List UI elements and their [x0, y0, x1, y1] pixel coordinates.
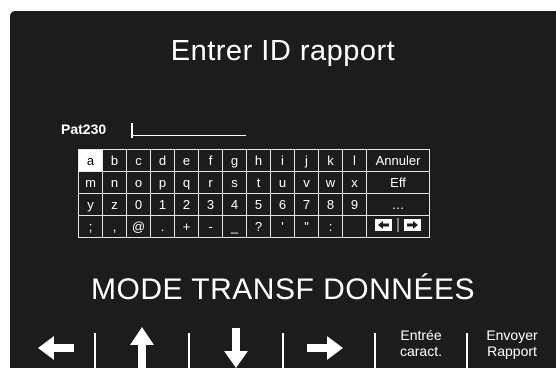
keyboard-row: a b c d e f g h i j k l Annuler	[78, 149, 430, 172]
right-arrow-icon	[307, 336, 343, 360]
key-a[interactable]: a	[78, 149, 103, 172]
key-period[interactable]: .	[150, 215, 175, 238]
enter-char-label: Entrée caract.	[399, 327, 442, 359]
keyboard-row: m n o p q r s t u v w x Eff	[78, 171, 430, 194]
key-8[interactable]: 8	[318, 193, 343, 216]
keyboard-row: y z 0 1 2 3 4 5 6 7 8 9 …	[78, 193, 430, 216]
key-l[interactable]: l	[342, 149, 367, 172]
report-id-input[interactable]: Pat230	[61, 121, 106, 137]
left-arrow-icon	[38, 336, 74, 360]
key-b[interactable]: b	[102, 149, 127, 172]
down-softkey[interactable]	[190, 325, 282, 368]
key-k[interactable]: k	[318, 149, 343, 172]
cancel-key[interactable]: Annuler	[366, 149, 430, 172]
input-underline	[132, 135, 246, 136]
key-i[interactable]: i	[270, 149, 295, 172]
cursor-move-keys[interactable]	[366, 215, 430, 238]
key-c[interactable]: c	[126, 149, 151, 172]
send-report-label: Envoyer Rapport	[486, 327, 538, 359]
key-d[interactable]: d	[150, 149, 175, 172]
up-arrow-icon	[130, 327, 154, 368]
key-n[interactable]: n	[102, 171, 127, 194]
key-7[interactable]: 7	[294, 193, 319, 216]
key-2[interactable]: 2	[174, 193, 199, 216]
mode-label: MODE TRANSF DONNÉES	[91, 273, 475, 306]
key-v[interactable]: v	[294, 171, 319, 194]
key-f[interactable]: f	[198, 149, 223, 172]
key-4[interactable]: 4	[222, 193, 247, 216]
more-symbols-key[interactable]: …	[366, 193, 430, 216]
key-m[interactable]: m	[78, 171, 103, 194]
key-quote[interactable]: "	[294, 215, 319, 238]
key-apostrophe[interactable]: '	[270, 215, 295, 238]
key-0[interactable]: 0	[126, 193, 151, 216]
send-report-softkey[interactable]: Envoyer Rapport	[468, 325, 556, 368]
device-screen: Entrer ID rapport Pat230 a b c d e f g h…	[10, 11, 556, 368]
key-z[interactable]: z	[102, 193, 127, 216]
key-x[interactable]: x	[342, 171, 367, 194]
enter-char-softkey[interactable]: Entrée caract.	[376, 325, 466, 368]
keyboard-row: ; , @ . + - _ ? ' " :	[78, 215, 430, 238]
key-comma[interactable]: ,	[102, 215, 127, 238]
key-o[interactable]: o	[126, 171, 151, 194]
key-6[interactable]: 6	[270, 193, 295, 216]
key-y[interactable]: y	[78, 193, 103, 216]
cursor-left-right-icon	[375, 218, 421, 232]
key-p[interactable]: p	[150, 171, 175, 194]
key-colon[interactable]: :	[318, 215, 343, 238]
key-u[interactable]: u	[270, 171, 295, 194]
key-h[interactable]: h	[246, 149, 271, 172]
left-softkey[interactable]	[10, 325, 94, 368]
page-title: Entrer ID rapport	[170, 35, 396, 67]
key-empty	[342, 215, 367, 238]
key-at[interactable]: @	[126, 215, 151, 238]
key-question[interactable]: ?	[246, 215, 271, 238]
key-s[interactable]: s	[222, 171, 247, 194]
key-t[interactable]: t	[246, 171, 271, 194]
on-screen-keyboard: a b c d e f g h i j k l Annuler m n o p …	[78, 149, 430, 238]
key-j[interactable]: j	[294, 149, 319, 172]
key-1[interactable]: 1	[150, 193, 175, 216]
key-r[interactable]: r	[198, 171, 223, 194]
key-e[interactable]: e	[174, 149, 199, 172]
key-q[interactable]: q	[174, 171, 199, 194]
key-w[interactable]: w	[318, 171, 343, 194]
key-underscore[interactable]: _	[222, 215, 247, 238]
key-g[interactable]: g	[222, 149, 247, 172]
key-3[interactable]: 3	[198, 193, 223, 216]
key-semicolon[interactable]: ;	[78, 215, 103, 238]
key-5[interactable]: 5	[246, 193, 271, 216]
key-plus[interactable]: +	[174, 215, 199, 238]
key-9[interactable]: 9	[342, 193, 367, 216]
up-softkey[interactable]	[96, 325, 188, 368]
down-arrow-icon	[224, 328, 248, 368]
right-softkey[interactable]	[284, 325, 374, 368]
key-minus[interactable]: -	[198, 215, 223, 238]
softkey-bar: Entrée caract. Envoyer Rapport	[10, 325, 556, 368]
delete-key[interactable]: Eff	[366, 171, 430, 194]
